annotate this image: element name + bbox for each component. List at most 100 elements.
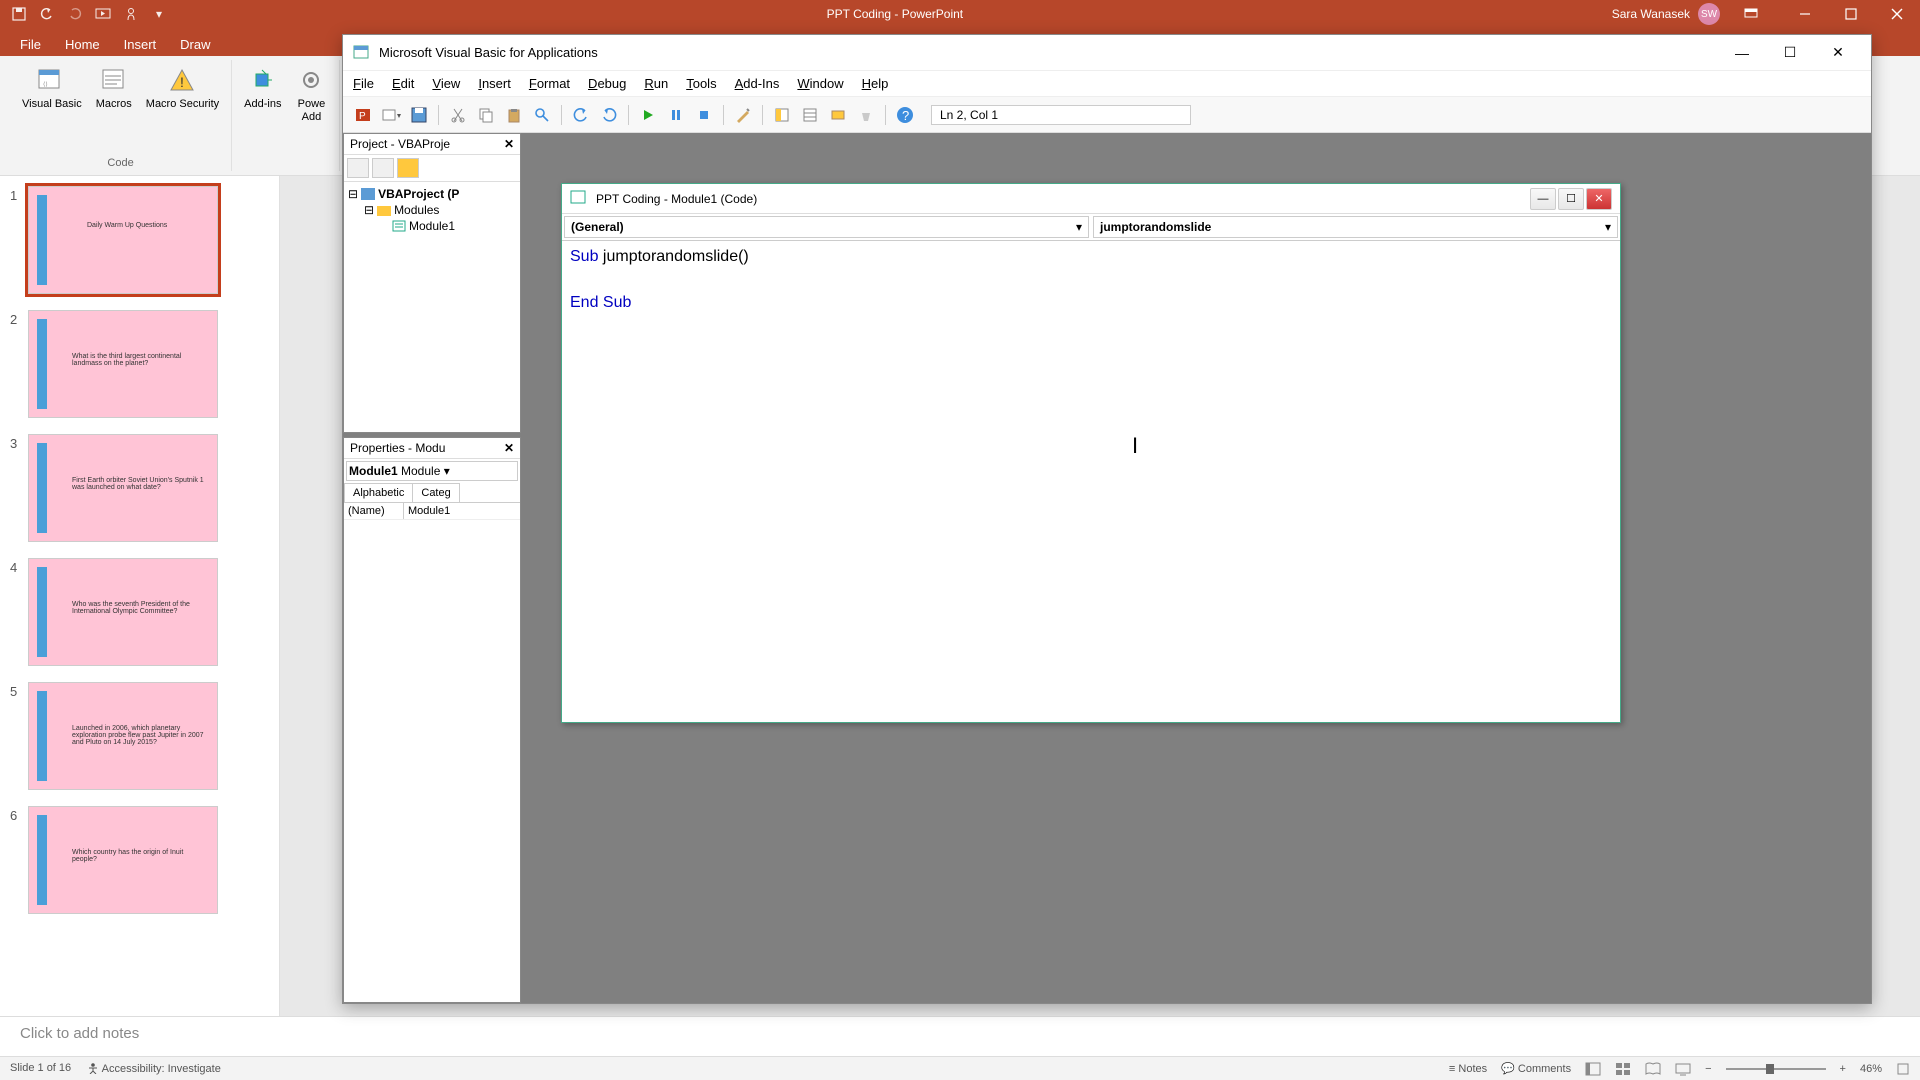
comments-toggle[interactable]: 💬 Comments xyxy=(1501,1062,1571,1075)
menu-addins[interactable]: Add-Ins xyxy=(735,76,780,91)
notes-pane[interactable]: Click to add notes xyxy=(0,1016,1920,1056)
reset-icon[interactable] xyxy=(692,103,716,127)
zoom-slider[interactable] xyxy=(1726,1068,1826,1070)
tab-insert[interactable]: Insert xyxy=(122,33,159,56)
visual-basic-icon: ⟨⟩ xyxy=(36,64,68,96)
slide-thumbnail-6[interactable]: Which country has the origin of Inuit pe… xyxy=(28,806,218,914)
undo-icon[interactable] xyxy=(38,5,56,23)
slide-sorter-icon[interactable] xyxy=(1615,1062,1631,1076)
menu-view[interactable]: View xyxy=(432,76,460,91)
view-object-icon[interactable] xyxy=(372,158,394,178)
redo-icon[interactable] xyxy=(597,103,621,127)
close-button[interactable] xyxy=(1874,0,1920,28)
slide-thumb-row[interactable]: 3 First Earth orbiter Soviet Union's Spu… xyxy=(10,434,269,542)
insert-dropdown-icon[interactable] xyxy=(379,103,403,127)
project-tree[interactable]: ⊟VBAProject (P ⊟Modules Module1 xyxy=(344,182,520,432)
normal-view-icon[interactable] xyxy=(1585,1062,1601,1076)
project-explorer-icon[interactable] xyxy=(770,103,794,127)
code-minimize-button[interactable]: — xyxy=(1530,188,1556,210)
menu-format[interactable]: Format xyxy=(529,76,570,91)
slide-thumbnail-3[interactable]: First Earth orbiter Soviet Union's Sputn… xyxy=(28,434,218,542)
vba-mdi-area[interactable]: PPT Coding - Module1 (Code) — ☐ ✕ (Gener… xyxy=(521,133,1871,1003)
code-maximize-button[interactable]: ☐ xyxy=(1558,188,1584,210)
redo-icon[interactable] xyxy=(66,5,84,23)
undo-icon[interactable] xyxy=(569,103,593,127)
minimize-button[interactable] xyxy=(1782,0,1828,28)
slide-thumb-row[interactable]: 1 Daily Warm Up Questions xyxy=(10,186,269,294)
cut-icon[interactable] xyxy=(446,103,470,127)
user-name[interactable]: Sara Wanasek xyxy=(1612,7,1690,21)
zoom-level[interactable]: 46% xyxy=(1860,1063,1882,1075)
zoom-out[interactable]: − xyxy=(1705,1063,1711,1075)
slide-thumb-row[interactable]: 5 Launched in 2006, which planetary expl… xyxy=(10,682,269,790)
maximize-button[interactable] xyxy=(1828,0,1874,28)
close-icon[interactable]: ✕ xyxy=(504,441,514,455)
paste-icon[interactable] xyxy=(502,103,526,127)
qat-dropdown-icon[interactable]: ▾ xyxy=(150,5,168,23)
slide-thumb-row[interactable]: 4 Who was the seventh President of the I… xyxy=(10,558,269,666)
slideshow-view-icon[interactable] xyxy=(1675,1062,1691,1076)
slide-thumbnail-2[interactable]: What is the third largest continental la… xyxy=(28,310,218,418)
property-row[interactable]: (Name) Module1 xyxy=(344,503,520,520)
slide-counter[interactable]: Slide 1 of 16 xyxy=(10,1062,71,1075)
vba-maximize-button[interactable]: ☐ xyxy=(1767,38,1813,68)
vba-close-button[interactable]: ✕ xyxy=(1815,38,1861,68)
menu-insert[interactable]: Insert xyxy=(478,76,511,91)
menu-file[interactable]: File xyxy=(353,76,374,91)
vba-titlebar[interactable]: Microsoft Visual Basic for Applications … xyxy=(343,35,1871,71)
power-addins-button[interactable]: Powe Add xyxy=(289,62,333,126)
touch-mode-icon[interactable] xyxy=(122,5,140,23)
visual-basic-button[interactable]: ⟨⟩ Visual Basic xyxy=(16,62,88,113)
slide-thumbnail-4[interactable]: Who was the seventh President of the Int… xyxy=(28,558,218,666)
tab-draw[interactable]: Draw xyxy=(178,33,212,56)
properties-icon[interactable] xyxy=(798,103,822,127)
tab-file[interactable]: File xyxy=(18,33,43,56)
zoom-in[interactable]: + xyxy=(1840,1063,1846,1075)
menu-edit[interactable]: Edit xyxy=(392,76,414,91)
help-icon[interactable]: ? xyxy=(893,103,917,127)
design-mode-icon[interactable] xyxy=(731,103,755,127)
save-icon[interactable] xyxy=(407,103,431,127)
menu-help[interactable]: Help xyxy=(862,76,889,91)
copy-icon[interactable] xyxy=(474,103,498,127)
procedure-dropdown[interactable]: jumptorandomslide▾ xyxy=(1093,216,1618,238)
slideshow-icon[interactable] xyxy=(94,5,112,23)
save-icon[interactable] xyxy=(10,5,28,23)
object-dropdown[interactable]: (General)▾ xyxy=(564,216,1089,238)
slide-thumbnail-panel[interactable]: 1 Daily Warm Up Questions 2 What is the … xyxy=(0,176,280,1016)
notes-toggle[interactable]: ≡ Notes xyxy=(1449,1063,1487,1075)
run-icon[interactable] xyxy=(636,103,660,127)
code-editor[interactable]: Sub jumptorandomslide() End Sub I xyxy=(562,241,1620,722)
toolbox-icon[interactable] xyxy=(854,103,878,127)
ribbon-display-icon[interactable] xyxy=(1728,0,1774,28)
slide-thumb-row[interactable]: 6 Which country has the origin of Inuit … xyxy=(10,806,269,914)
find-icon[interactable] xyxy=(530,103,554,127)
macros-button[interactable]: Macros xyxy=(90,62,138,113)
menu-debug[interactable]: Debug xyxy=(588,76,626,91)
close-icon[interactable]: ✕ xyxy=(504,137,514,151)
menu-run[interactable]: Run xyxy=(644,76,668,91)
slide-thumbnail-1[interactable]: Daily Warm Up Questions xyxy=(28,186,218,294)
object-browser-icon[interactable] xyxy=(826,103,850,127)
properties-object-combo[interactable]: Module1 Module ▾ xyxy=(346,461,518,481)
accessibility-status[interactable]: Accessibility: Investigate xyxy=(87,1062,221,1075)
view-powerpoint-icon[interactable]: P xyxy=(351,103,375,127)
fit-to-window-icon[interactable] xyxy=(1896,1062,1910,1076)
slide-thumbnail-5[interactable]: Launched in 2006, which planetary explor… xyxy=(28,682,218,790)
reading-view-icon[interactable] xyxy=(1645,1062,1661,1076)
vba-minimize-button[interactable]: — xyxy=(1719,38,1765,68)
view-code-icon[interactable] xyxy=(347,158,369,178)
folder-toggle-icon[interactable] xyxy=(397,158,419,178)
break-icon[interactable] xyxy=(664,103,688,127)
tab-alphabetic[interactable]: Alphabetic xyxy=(344,483,413,502)
menu-window[interactable]: Window xyxy=(797,76,843,91)
avatar[interactable]: SW xyxy=(1698,3,1720,25)
addins-button[interactable]: Add-ins xyxy=(238,62,287,113)
code-window-titlebar[interactable]: PPT Coding - Module1 (Code) — ☐ ✕ xyxy=(562,184,1620,214)
tab-home[interactable]: Home xyxy=(63,33,102,56)
menu-tools[interactable]: Tools xyxy=(686,76,716,91)
code-close-button[interactable]: ✕ xyxy=(1586,188,1612,210)
tab-categorized[interactable]: Categ xyxy=(412,483,459,502)
slide-thumb-row[interactable]: 2 What is the third largest continental … xyxy=(10,310,269,418)
macro-security-button[interactable]: ! Macro Security xyxy=(140,62,225,113)
